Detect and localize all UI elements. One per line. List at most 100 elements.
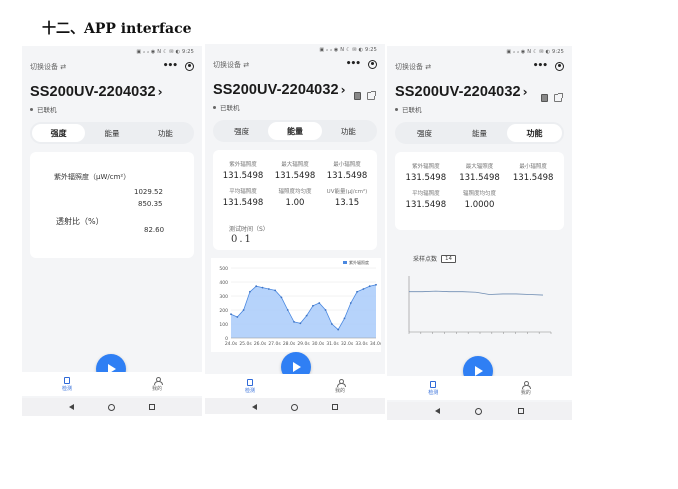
metric-value: 131.5498: [326, 171, 368, 181]
user-icon: [153, 376, 163, 385]
x-tick-label: 25.0s: [239, 341, 252, 347]
metric-min-irradiance: 最小辐照度 131.5498: [506, 162, 560, 183]
miniapp-capsule: •••: [346, 59, 377, 69]
device-header: SS200UV-2204032 ›: [205, 80, 385, 100]
back-icon[interactable]: [69, 404, 74, 410]
device-actions: [541, 93, 563, 102]
switch-device-link[interactable]: 切换设备 ⇄: [30, 62, 66, 72]
test-time-value: 0.1: [231, 234, 253, 245]
share-icon[interactable]: [554, 93, 563, 102]
device-name[interactable]: SS200UV-2204032: [30, 84, 156, 100]
title-row: 切换设备 ⇄ •••: [22, 58, 202, 76]
nav-mine[interactable]: 我的: [480, 376, 573, 400]
data-point: [330, 323, 333, 325]
tab-intensity[interactable]: 强度: [397, 124, 452, 142]
data-point: [280, 296, 283, 299]
tab-energy[interactable]: 能量: [268, 122, 322, 140]
home-icon[interactable]: [108, 403, 115, 411]
connection-status: 已联机: [387, 104, 572, 114]
back-icon[interactable]: [434, 408, 440, 414]
recent-apps-icon[interactable]: [518, 408, 525, 414]
metric-min-irradiance: 最小辐照度 131.5498: [321, 160, 373, 181]
close-target-icon[interactable]: [185, 61, 194, 71]
switch-device-link[interactable]: 切换设备 ⇄: [395, 62, 431, 72]
irradiance-area-chart: 010020030040050024.0s 25.0s 26.0s 27.0s 28.0…: [219, 259, 382, 347]
device-name[interactable]: SS200UV-2204032: [395, 84, 521, 100]
metric-label: 最小辐照度: [519, 164, 547, 170]
device-header: SS200UV-2204032 ›: [387, 82, 572, 102]
report-icon[interactable]: [354, 92, 361, 100]
nav-mine-label: 我的: [520, 389, 531, 396]
y-tick-label: 500: [219, 266, 228, 272]
transmittance-label: 透射比（%）: [56, 217, 104, 226]
close-target-icon[interactable]: [368, 59, 377, 69]
connection-status: 已联机: [205, 102, 385, 112]
data-point: [318, 302, 321, 304]
data-point: [375, 283, 377, 286]
metric-uv-irradiance: 紫外辐照度 131.5498: [217, 160, 269, 181]
recent-apps-icon[interactable]: [149, 404, 155, 410]
more-icon[interactable]: •••: [533, 61, 548, 71]
tab-function[interactable]: 功能: [322, 122, 375, 140]
chevron-right-icon[interactable]: ›: [341, 83, 346, 97]
sampling-line-chart: [408, 276, 552, 334]
switch-device-link[interactable]: 切换设备 ⇄: [213, 60, 249, 70]
data-point: [337, 328, 340, 331]
bottom-nav: 检测 我的: [205, 374, 385, 398]
tab-energy[interactable]: 能量: [85, 124, 138, 142]
data-point: [230, 313, 232, 316]
more-icon[interactable]: •••: [163, 61, 178, 71]
home-icon[interactable]: [291, 403, 298, 411]
metric-value: 131.5498: [222, 198, 264, 208]
y-tick-label: 200: [219, 308, 228, 314]
nav-mine[interactable]: 我的: [112, 372, 202, 396]
tab-intensity[interactable]: 强度: [215, 122, 268, 140]
more-icon[interactable]: •••: [346, 59, 361, 69]
miniapp-capsule: •••: [163, 61, 194, 71]
connection-status: 已联机: [22, 104, 202, 114]
back-icon[interactable]: [252, 404, 257, 410]
recent-apps-icon[interactable]: [332, 404, 338, 410]
report-icon[interactable]: [541, 94, 548, 102]
connection-status-label: 已联机: [220, 104, 240, 112]
function-metrics-grid: 紫外辐照度 131.5498 最大辐照度 131.5498 最小辐照度 131.549…: [395, 152, 564, 216]
metric-value: 1.0000: [464, 200, 495, 210]
device-header: SS200UV-2204032 ›: [22, 82, 202, 102]
x-tick-label: 28.0s: [283, 341, 296, 347]
data-point: [324, 309, 327, 311]
x-tick-label: 26.0s: [254, 341, 267, 347]
legend-label: 紫外辐照度: [349, 259, 369, 265]
x-tick-label: 33.0s: [355, 341, 368, 347]
metric-label: 辐照度均匀度: [462, 191, 496, 197]
user-icon: [522, 380, 532, 389]
close-target-icon[interactable]: [555, 61, 564, 71]
metric-max-irradiance: 最大辐照度 131.5498: [453, 162, 507, 183]
tab-bar: 强度 能量 功能: [395, 122, 564, 144]
tab-function[interactable]: 功能: [507, 124, 562, 142]
metric-value: 131.5498: [405, 200, 447, 210]
data-point: [312, 304, 314, 307]
title-row: 切换设备 ⇄ •••: [205, 56, 385, 74]
data-point: [343, 317, 346, 320]
y-tick-label: 300: [219, 294, 228, 300]
status-bar: ▣ ᵢₗ ᵢₗ ◉ N ☾ ✉ ◐ 9:25: [136, 49, 194, 55]
data-point: [249, 290, 251, 293]
x-tick-label: 29.0s: [297, 341, 310, 347]
device-name[interactable]: SS200UV-2204032: [213, 82, 339, 98]
nav-mine-label: 我的: [151, 385, 162, 392]
x-tick-label: 30.0s: [312, 341, 325, 347]
chevron-right-icon[interactable]: ›: [158, 85, 163, 99]
nav-detect[interactable]: 检测: [22, 372, 112, 396]
sample-points-value[interactable]: 14: [441, 254, 457, 263]
nav-mine[interactable]: 我的: [295, 374, 385, 398]
data-point: [305, 314, 308, 317]
chevron-right-icon[interactable]: ›: [523, 85, 528, 99]
tab-intensity[interactable]: 强度: [32, 124, 86, 142]
share-icon[interactable]: [367, 91, 376, 100]
tab-function[interactable]: 功能: [139, 124, 192, 142]
home-icon[interactable]: [475, 407, 483, 415]
nav-detect[interactable]: 检测: [387, 376, 480, 400]
nav-detect[interactable]: 检测: [205, 374, 295, 398]
tab-energy[interactable]: 能量: [452, 124, 507, 142]
tab-bar: 强度 能量 功能: [213, 120, 377, 142]
